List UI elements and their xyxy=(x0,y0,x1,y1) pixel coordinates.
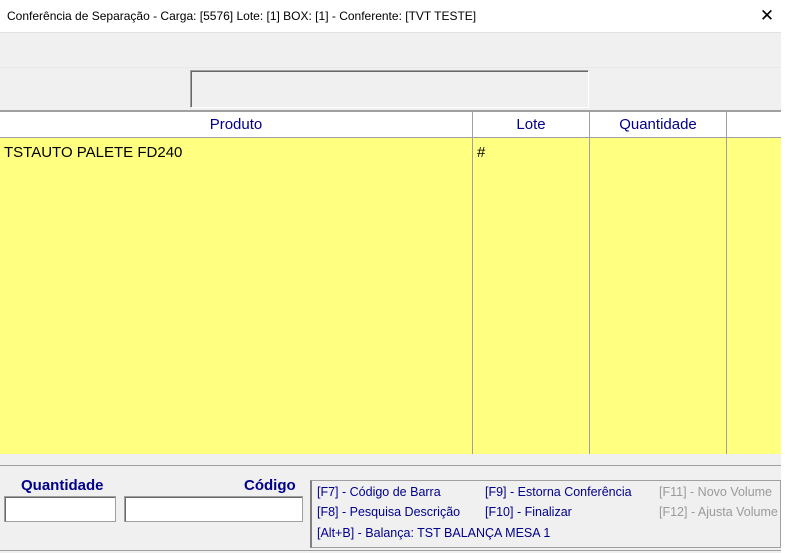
scan-display-field[interactable] xyxy=(190,70,589,108)
grid-body[interactable]: TSTAUTO PALETE FD240 # xyxy=(0,138,781,454)
close-icon: ✕ xyxy=(759,6,775,25)
quantidade-label: Quantidade xyxy=(21,477,104,494)
column-header-extra[interactable] xyxy=(727,112,781,137)
shortcut-f11[interactable]: [F11] - Novo Volume xyxy=(659,485,772,499)
column-divider xyxy=(472,138,473,454)
toolbar-area xyxy=(0,32,781,68)
window-edge xyxy=(781,32,790,553)
cell-lote[interactable]: # xyxy=(477,144,485,161)
column-header-lote[interactable]: Lote xyxy=(473,112,590,137)
window-title: Conferência de Separação - Carga: [5576]… xyxy=(7,9,477,23)
title-bar: Conferência de Separação - Carga: [5576]… xyxy=(0,0,790,32)
shortcut-panel: [F7] - Código de Barra [F9] - Estorna Co… xyxy=(310,480,781,548)
column-header-produto[interactable]: Produto xyxy=(0,112,473,137)
column-header-quantidade[interactable]: Quantidade xyxy=(590,112,727,137)
shortcut-f9[interactable]: [F9] - Estorna Conferência xyxy=(485,485,632,499)
divider xyxy=(0,465,781,466)
shortcut-f7[interactable]: [F7] - Código de Barra xyxy=(317,485,441,499)
status-divider xyxy=(0,550,781,551)
close-button[interactable]: ✕ xyxy=(744,0,790,32)
shortcut-alt-b[interactable]: [Alt+B] - Balança: TST BALANÇA MESA 1 xyxy=(317,526,550,540)
cell-produto[interactable]: TSTAUTO PALETE FD240 xyxy=(4,144,182,161)
codigo-label: Código xyxy=(244,477,296,494)
product-grid: Produto Lote Quantidade TSTAUTO PALETE F… xyxy=(0,110,781,454)
column-divider xyxy=(726,138,727,454)
codigo-input[interactable] xyxy=(124,496,303,522)
shortcut-f10[interactable]: [F10] - Finalizar xyxy=(485,505,572,519)
quantidade-input[interactable] xyxy=(4,496,116,522)
column-divider xyxy=(589,138,590,454)
shortcut-f12[interactable]: [F12] - Ajusta Volume xyxy=(659,505,778,519)
grid-header: Produto Lote Quantidade xyxy=(0,112,781,138)
shortcut-f8[interactable]: [F8] - Pesquisa Descrição xyxy=(317,505,460,519)
